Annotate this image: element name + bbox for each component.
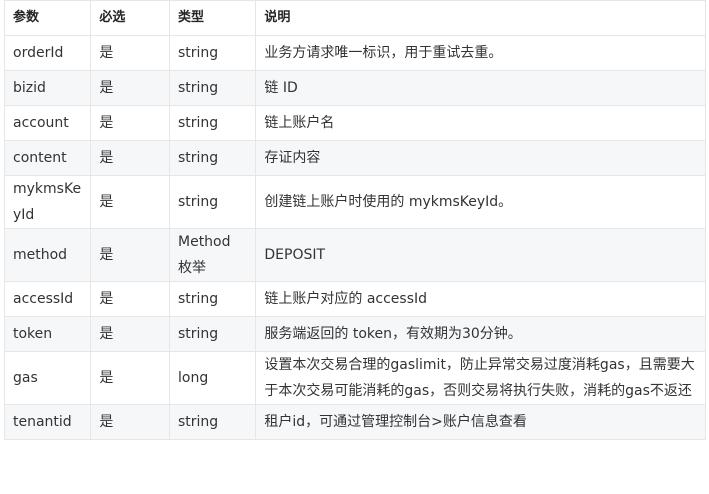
cell-description: DEPOSIT: [255, 228, 706, 282]
header-param: 参数: [3, 0, 92, 36]
cell-required: 是: [90, 281, 170, 317]
table-row: tenantid 是 string 租户id，可通过管理控制台>账户信息查看: [3, 404, 706, 440]
parameter-table: 参数 必选 类型 说明 orderId 是 string 业务方请求唯一标识，用…: [3, 0, 706, 440]
cell-type: Method 枚举: [168, 228, 257, 282]
cell-description: 业务方请求唯一标识，用于重试去重。: [255, 35, 706, 71]
cell-required: 是: [90, 35, 170, 71]
cell-param: content: [3, 140, 92, 176]
cell-type: string: [168, 140, 257, 176]
table-body: orderId 是 string 业务方请求唯一标识，用于重试去重。 bizid…: [3, 35, 706, 440]
table-row: bizid 是 string 链 ID: [3, 70, 706, 106]
cell-required: 是: [90, 105, 170, 141]
cell-param: mykmsKeyId: [3, 175, 92, 229]
cell-param: account: [3, 105, 92, 141]
cell-param: accessId: [3, 281, 92, 317]
cell-param: orderId: [3, 35, 92, 71]
cell-required: 是: [90, 140, 170, 176]
cell-description: 设置本次交易合理的gaslimit，防止异常交易过度消耗gas，且需要大于本次交…: [255, 351, 706, 405]
cell-param: method: [3, 228, 92, 282]
cell-required: 是: [90, 70, 170, 106]
cell-param: bizid: [3, 70, 92, 106]
cell-description: 链上账户对应的 accessId: [255, 281, 706, 317]
cell-description: 存证内容: [255, 140, 706, 176]
table-row: token 是 string 服务端返回的 token，有效期为30分钟。: [3, 316, 706, 352]
table-row: accessId 是 string 链上账户对应的 accessId: [3, 281, 706, 317]
cell-type: string: [168, 35, 257, 71]
cell-type: string: [168, 70, 257, 106]
table-row: orderId 是 string 业务方请求唯一标识，用于重试去重。: [3, 35, 706, 71]
cell-type: string: [168, 404, 257, 440]
table-row: mykmsKeyId 是 string 创建链上账户时使用的 mykmsKeyI…: [3, 175, 706, 229]
cell-required: 是: [90, 316, 170, 352]
cell-type: string: [168, 281, 257, 317]
cell-description: 链 ID: [255, 70, 706, 106]
cell-type: string: [168, 105, 257, 141]
cell-type: string: [168, 175, 257, 229]
table-row: method 是 Method 枚举 DEPOSIT: [3, 228, 706, 282]
table-row: gas 是 long 设置本次交易合理的gaslimit，防止异常交易过度消耗g…: [3, 351, 706, 405]
cell-type: string: [168, 316, 257, 352]
header-type: 类型: [168, 0, 257, 36]
cell-description: 租户id，可通过管理控制台>账户信息查看: [255, 404, 706, 440]
cell-required: 是: [90, 228, 170, 282]
cell-required: 是: [90, 404, 170, 440]
cell-param: token: [3, 316, 92, 352]
cell-required: 是: [90, 175, 170, 229]
cell-description: 服务端返回的 token，有效期为30分钟。: [255, 316, 706, 352]
cell-description: 创建链上账户时使用的 mykmsKeyId。: [255, 175, 706, 229]
header-required: 必选: [90, 0, 170, 36]
header-row: 参数 必选 类型 说明: [3, 0, 706, 36]
cell-param: tenantid: [3, 404, 92, 440]
table-header: 参数 必选 类型 说明: [3, 0, 706, 36]
table-row: account 是 string 链上账户名: [3, 105, 706, 141]
header-description: 说明: [255, 0, 706, 36]
cell-param: gas: [3, 351, 92, 405]
cell-type: long: [168, 351, 257, 405]
cell-description: 链上账户名: [255, 105, 706, 141]
table-row: content 是 string 存证内容: [3, 140, 706, 176]
cell-required: 是: [90, 351, 170, 405]
